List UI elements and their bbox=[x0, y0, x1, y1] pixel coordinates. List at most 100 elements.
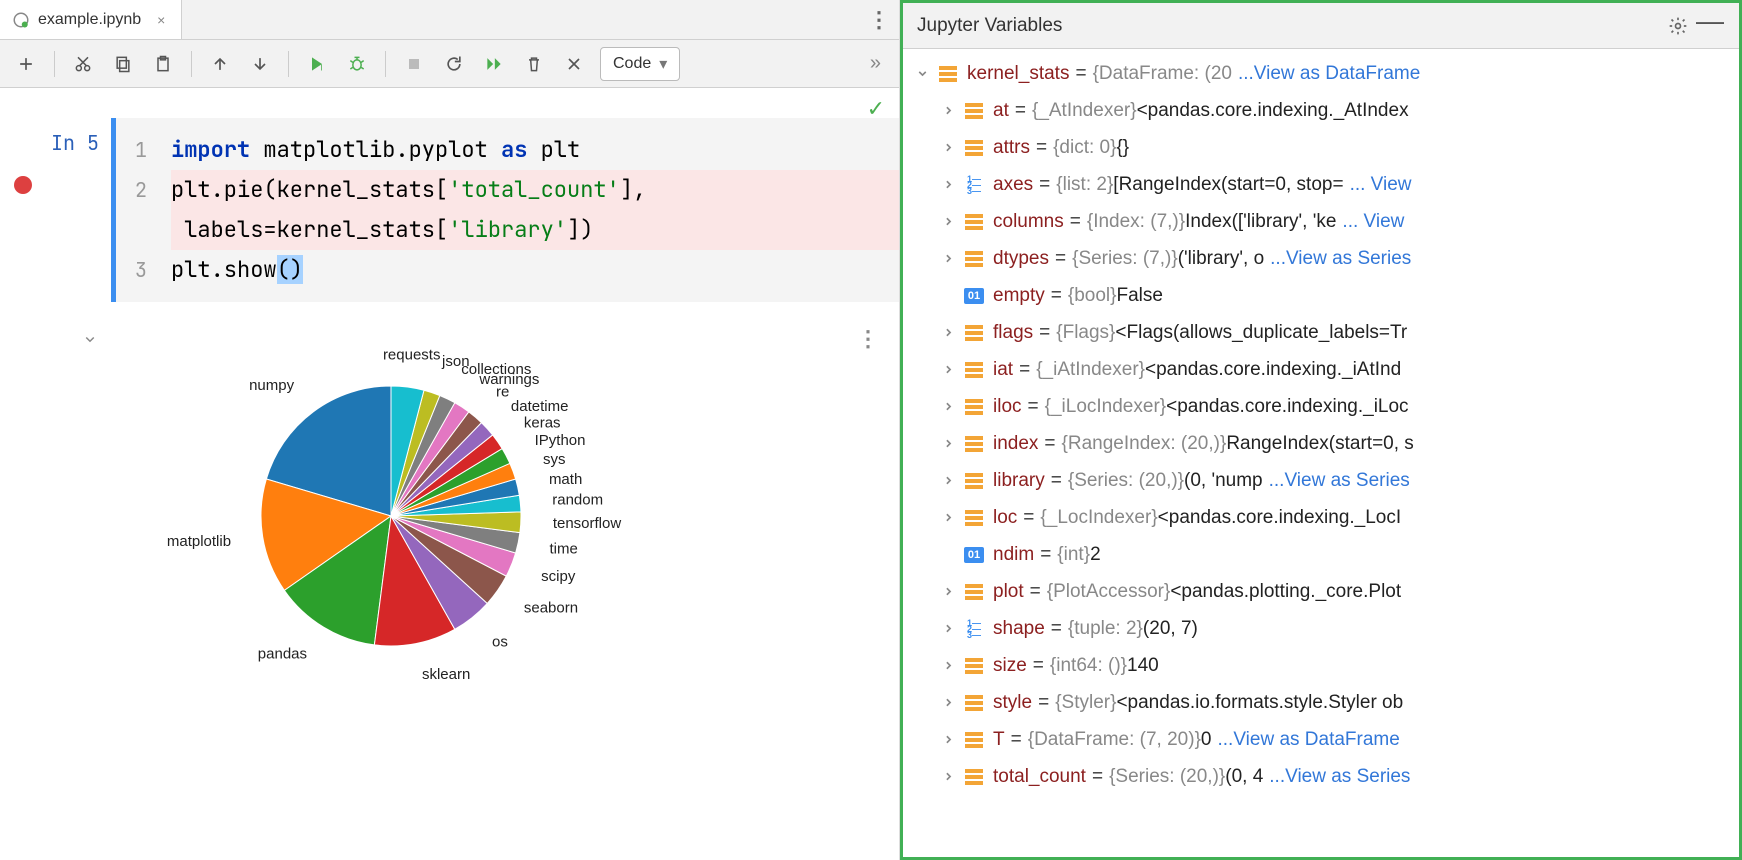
variable-row[interactable]: at={_AtIndexer} <pandas.core.indexing._A… bbox=[911, 92, 1739, 129]
variable-row[interactable]: flags={Flags} <Flags(allows_duplicate_la… bbox=[911, 314, 1739, 351]
delete-cell-button[interactable] bbox=[516, 46, 552, 82]
variable-type: {tuple: 2} bbox=[1068, 618, 1143, 640]
chevron-right-icon[interactable] bbox=[937, 359, 959, 381]
variable-row[interactable]: 01ndim={int} 2 bbox=[911, 536, 1739, 573]
view-as-link[interactable]: ...View as DataFrame bbox=[1238, 63, 1420, 85]
variable-value: <pandas.core.indexing._iLoc bbox=[1166, 396, 1408, 418]
code-cell[interactable]: In 5 1 2 3 import matplotlib.pyplot as p… bbox=[0, 118, 899, 302]
move-down-button[interactable] bbox=[242, 46, 278, 82]
code-editor[interactable]: import matplotlib.pyplot as plt plt.pie(… bbox=[155, 118, 899, 302]
gear-icon[interactable] bbox=[1661, 9, 1695, 43]
clear-outputs-button[interactable] bbox=[556, 46, 592, 82]
view-as-link[interactable]: ...View as Series bbox=[1269, 470, 1410, 492]
view-as-link[interactable]: ... View bbox=[1342, 211, 1404, 233]
view-as-link[interactable]: ...View as Series bbox=[1269, 766, 1410, 788]
variable-row[interactable]: library={Series: (20,)} (0, 'nump...View… bbox=[911, 462, 1739, 499]
tab-example[interactable]: example.ipynb × bbox=[0, 0, 182, 39]
run-all-button[interactable] bbox=[476, 46, 512, 82]
svg-text:I: I bbox=[320, 62, 322, 72]
restart-button[interactable] bbox=[436, 46, 472, 82]
object-icon bbox=[963, 655, 985, 677]
variable-value: {} bbox=[1116, 137, 1129, 159]
copy-button[interactable] bbox=[105, 46, 141, 82]
run-cell-button[interactable]: I bbox=[299, 46, 335, 82]
chevron-right-icon[interactable] bbox=[937, 433, 959, 455]
chevron-right-icon[interactable] bbox=[937, 618, 959, 640]
tab-close-icon[interactable]: × bbox=[157, 12, 165, 28]
chevron-right-icon[interactable] bbox=[937, 692, 959, 714]
add-cell-button[interactable] bbox=[8, 46, 44, 82]
output-more-icon[interactable]: ⋮ bbox=[857, 326, 879, 352]
variable-row[interactable]: columns={Index: (7,)} Index(['library', … bbox=[911, 203, 1739, 240]
variable-row[interactable]: plot={PlotAccessor} <pandas.plotting._co… bbox=[911, 573, 1739, 610]
view-as-link[interactable]: ...View as DataFrame bbox=[1218, 729, 1400, 751]
object-icon bbox=[963, 581, 985, 603]
object-icon bbox=[963, 729, 985, 751]
variable-value: <pandas.core.indexing._iAtInd bbox=[1145, 359, 1401, 381]
svg-text:sys: sys bbox=[543, 451, 566, 468]
variable-row[interactable]: loc={_LocIndexer} <pandas.core.indexing.… bbox=[911, 499, 1739, 536]
variable-row[interactable]: iat={_iAtIndexer} <pandas.core.indexing.… bbox=[911, 351, 1739, 388]
object-icon bbox=[963, 507, 985, 529]
view-as-link[interactable]: ...View as Series bbox=[1270, 248, 1411, 270]
minimize-icon[interactable]: — bbox=[1695, 5, 1725, 47]
chevron-right-icon[interactable] bbox=[937, 507, 959, 529]
variable-row[interactable]: size={int64: ()} 140 bbox=[911, 647, 1739, 684]
chevron-right-icon[interactable] bbox=[937, 174, 959, 196]
variable-name: size bbox=[993, 655, 1027, 677]
breakpoint-icon[interactable] bbox=[14, 176, 32, 194]
object-icon bbox=[963, 396, 985, 418]
object-icon bbox=[963, 692, 985, 714]
chevron-right-icon[interactable] bbox=[937, 655, 959, 677]
variable-type: {Series: (20,)} bbox=[1109, 766, 1225, 788]
tab-bar: example.ipynb × ⋮ bbox=[0, 0, 899, 40]
variable-type: {Styler} bbox=[1055, 692, 1116, 714]
primitive-icon: 01 bbox=[963, 544, 985, 566]
variable-name: dtypes bbox=[993, 248, 1049, 270]
collapse-output-toggle[interactable] bbox=[46, 326, 111, 686]
variable-value: ('library', o bbox=[1178, 248, 1264, 270]
variable-value: 2 bbox=[1090, 544, 1101, 566]
toolbar-overflow-icon[interactable]: » bbox=[860, 52, 891, 75]
paste-button[interactable] bbox=[145, 46, 181, 82]
variable-row-root[interactable]: kernel_stats={DataFrame: (20...View as D… bbox=[911, 55, 1739, 92]
chevron-right-icon[interactable] bbox=[937, 100, 959, 122]
chevron-right-icon[interactable] bbox=[937, 396, 959, 418]
chevron-right-icon[interactable] bbox=[937, 137, 959, 159]
variable-row[interactable]: total_count={Series: (20,)} (0, 4...View… bbox=[911, 758, 1739, 795]
tab-label: example.ipynb bbox=[38, 11, 141, 29]
toolbar: I Code ▾ » bbox=[0, 40, 899, 88]
svg-text:seaborn: seaborn bbox=[524, 600, 578, 617]
move-up-button[interactable] bbox=[202, 46, 238, 82]
variable-row[interactable]: index={RangeIndex: (20,)} RangeIndex(sta… bbox=[911, 425, 1739, 462]
chevron-right-icon[interactable] bbox=[937, 248, 959, 270]
svg-text:matplotlib: matplotlib bbox=[167, 533, 231, 550]
chevron-right-icon[interactable] bbox=[937, 470, 959, 492]
cut-button[interactable] bbox=[65, 46, 101, 82]
variable-name: library bbox=[993, 470, 1045, 492]
variable-row[interactable]: iloc={_iLocIndexer} <pandas.core.indexin… bbox=[911, 388, 1739, 425]
chevron-down-icon[interactable] bbox=[911, 63, 933, 85]
chevron-right-icon[interactable] bbox=[937, 211, 959, 233]
chevron-right-icon[interactable] bbox=[937, 766, 959, 788]
chevron-right-icon[interactable] bbox=[937, 322, 959, 344]
interrupt-button[interactable] bbox=[396, 46, 432, 82]
tab-overflow-icon[interactable]: ⋮ bbox=[859, 7, 899, 33]
variable-row[interactable]: dtypes={Series: (7,)} ('library', o...Vi… bbox=[911, 240, 1739, 277]
debug-cell-button[interactable] bbox=[339, 46, 375, 82]
chevron-right-icon[interactable] bbox=[937, 729, 959, 751]
variable-row[interactable]: 1—2—3—shape={tuple: 2} (20, 7) bbox=[911, 610, 1739, 647]
variable-row[interactable]: attrs={dict: 0} {} bbox=[911, 129, 1739, 166]
svg-text:random: random bbox=[552, 491, 603, 508]
object-icon bbox=[963, 211, 985, 233]
variable-row[interactable]: T={DataFrame: (7, 20)} 0 ...View as Data… bbox=[911, 721, 1739, 758]
chevron-right-icon[interactable] bbox=[937, 581, 959, 603]
variable-row[interactable]: style={Styler} <pandas.io.formats.style.… bbox=[911, 684, 1739, 721]
view-as-link[interactable]: ... View bbox=[1350, 174, 1412, 196]
object-icon bbox=[963, 100, 985, 122]
variable-row[interactable]: 01empty={bool} False bbox=[911, 277, 1739, 314]
cell-type-dropdown[interactable]: Code ▾ bbox=[600, 47, 680, 81]
variables-tree[interactable]: kernel_stats={DataFrame: (20...View as D… bbox=[903, 49, 1739, 857]
variable-row[interactable]: 1—2—3—axes={list: 2} [RangeIndex(start=0… bbox=[911, 166, 1739, 203]
variable-type: {DataFrame: (7, 20)} bbox=[1028, 729, 1201, 751]
